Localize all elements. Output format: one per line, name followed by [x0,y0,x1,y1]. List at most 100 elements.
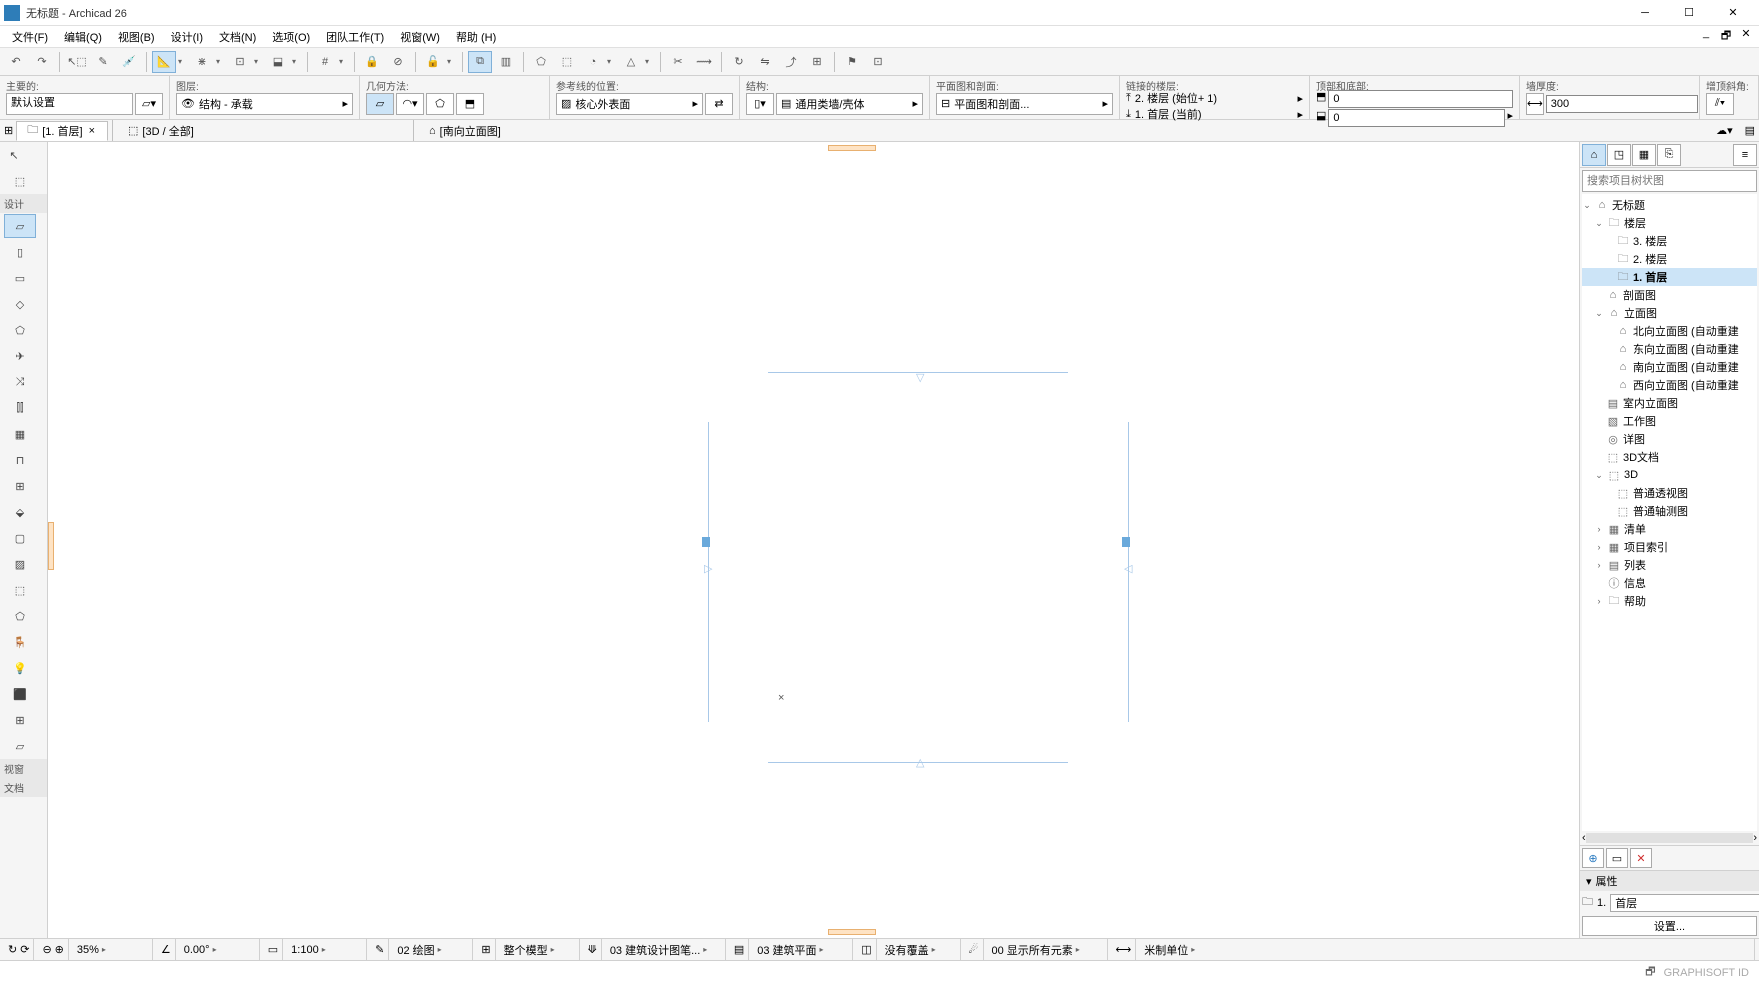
menu-design[interactable]: 设计(I) [163,27,211,47]
nav-menu-icon[interactable]: ≡ [1733,144,1757,166]
story-down-icon[interactable]: ⤓ [1126,108,1131,121]
tree-persp[interactable]: ⬚普通透视图 [1582,484,1757,502]
menu-help[interactable]: 帮助 (H) [448,27,504,47]
lock-button[interactable]: 🔒 [360,51,384,73]
show-icon[interactable]: ☄ [969,943,979,956]
tab-close-icon[interactable]: × [87,125,97,137]
loop-icon[interactable]: ↻ [8,943,17,956]
arrow-tool[interactable]: ↖ [4,143,24,167]
window-icon[interactable]: 🗗 [1645,963,1655,982]
mdi-restore-icon[interactable]: 🗗 [1717,27,1735,46]
geom-curved-icon[interactable]: ◠▾ [396,93,424,115]
menu-view[interactable]: 视图(B) [110,27,163,47]
sync-icon[interactable]: ⟳ [20,943,29,956]
flip-icon[interactable]: ⇄ [705,93,733,115]
intersect-button[interactable]: ⋇ [190,51,214,73]
struct-combo[interactable]: ▤ 通用类墙/壳体 ▸ [776,93,923,115]
show-value[interactable]: 00 显示所有元素 [992,942,1073,958]
props-button[interactable]: ▭ [1606,848,1628,868]
model-icon[interactable]: ⊞ [481,943,490,956]
tab-floorplan[interactable]: 🗀 [1. 首层] × [16,121,108,141]
h-scrollbar[interactable] [1586,833,1754,843]
dim-icon[interactable]: ⟷ [1116,943,1132,956]
morph-button[interactable]: ⬠ [529,51,553,73]
top-input[interactable] [1328,90,1513,108]
tab-3d[interactable]: ⬚ [3D / 全部] [117,121,205,141]
handle-top[interactable] [828,145,876,151]
new-view-button[interactable]: ⊕ [1582,848,1604,868]
wall-profile-icon[interactable]: ▱▾ [135,93,163,115]
settings-button[interactable]: 设置... [1582,916,1757,936]
layercombo-value[interactable]: 03 建筑平面 [757,942,816,958]
mirror-button[interactable]: ⇋ [753,51,777,73]
cloud-icon[interactable]: ☁▾ [1716,124,1733,137]
props-name-input[interactable] [1610,894,1759,912]
reno-value[interactable]: 03 建筑设计图笔... [610,942,700,958]
refline-combo[interactable]: ▨ 核心外表面 ▸ [556,93,703,115]
model-value[interactable]: 整个模型 [504,942,548,958]
tree-elev[interactable]: ⌄⌂立面图 [1582,304,1757,322]
column-tool[interactable]: ▯ [4,240,36,264]
navigator-toggle-icon[interactable]: ▤ [1745,124,1755,137]
tree-root[interactable]: ⌄⌂无标题 [1582,196,1757,214]
adjust-button[interactable]: ⟿ [692,51,716,73]
redo-button[interactable]: ↷ [30,51,54,73]
story-up-icon[interactable]: ⤒ [1126,92,1131,105]
tree-floors[interactable]: ⌄🗀楼层 [1582,214,1757,232]
guide-button[interactable]: ⬓ [266,51,290,73]
overlap-value[interactable]: 没有覆盖 [885,942,929,958]
delete-button[interactable]: ✕ [1630,848,1652,868]
tree-elev-n[interactable]: ⌂北向立面图 (自动重建 [1582,322,1757,340]
linked-bot[interactable]: 1. 首层 (当前) [1135,106,1294,122]
menu-window[interactable]: 视窗(W) [392,27,448,47]
tree-worksheet[interactable]: ▧工作图 [1582,412,1757,430]
scale-icon[interactable]: ▭ [268,943,278,956]
split-button[interactable]: ✂ [666,51,690,73]
zoom-value[interactable]: 35% [77,944,99,956]
floorplan-combo[interactable]: ⊟ 平面图和剖面... ▸ [936,93,1113,115]
morph-tool[interactable]: ⬠ [4,604,36,628]
window-tool[interactable]: ⊞ [4,474,36,498]
menu-file[interactable]: 文件(F) [4,27,56,47]
default-settings-button[interactable]: 默认设置 [6,93,133,115]
tree-index[interactable]: ›▦项目索引 [1582,538,1757,556]
handle-left[interactable] [48,522,54,570]
tree-elev-w[interactable]: ⌂西向立面图 (自动重建 [1582,376,1757,394]
measure-button[interactable]: △ [619,51,643,73]
project-tree[interactable]: ⌄⌂无标题 ⌄🗀楼层 🗀3. 楼层 🗀2. 楼层 🗀1. 首层 ⌂剖面图 ⌄⌂立… [1582,194,1757,831]
zone-tool[interactable]: ⬚ [4,578,36,602]
tree-intelev[interactable]: ▤室内立面图 [1582,394,1757,412]
beam-tool[interactable]: ▭ [4,266,36,290]
rotate-button[interactable]: ↻ [727,51,751,73]
close-button[interactable]: ✕ [1711,1,1755,25]
zoom-out-icon[interactable]: ⊖ [42,943,51,956]
multiply-button[interactable]: ⊞ [805,51,829,73]
tree-info[interactable]: ⓘ信息 [1582,574,1757,592]
tree-elev-s[interactable]: ⌂南向立面图 (自动重建 [1582,358,1757,376]
zoom-in-icon[interactable]: ⊕ [55,943,64,956]
geom-straight-icon[interactable]: ▱ [366,93,394,115]
trace-button[interactable]: ⧉ [468,51,492,73]
bot-input[interactable] [1328,109,1505,127]
slab-tool[interactable]: ◇ [4,292,36,316]
roof-tool[interactable]: ⬠ [4,318,36,342]
tree-list[interactable]: ›▤列表 [1582,556,1757,574]
tab-options-icon[interactable]: ⊞ [4,124,13,137]
mdi-minimize-icon[interactable]: _ [1697,27,1715,46]
tree-f3[interactable]: 🗀3. 楼层 [1582,232,1757,250]
pick-button[interactable]: ↖⬚ [65,51,89,73]
maximize-button[interactable]: ☐ [1667,1,1711,25]
lamp-tool[interactable]: 💡 [4,656,36,680]
grid-tool[interactable]: ⊞ [4,708,36,732]
menu-teamwork[interactable]: 团队工作(T) [318,27,392,47]
minimize-button[interactable]: ─ [1623,1,1667,25]
solid-op-button[interactable]: ◔ [581,51,605,73]
handle-bottom[interactable] [828,929,876,935]
stair-tool[interactable]: ⤨ [4,370,36,394]
tree-3ddoc[interactable]: ⬚3D文档 [1582,448,1757,466]
tree-detail[interactable]: ◎详图 [1582,430,1757,448]
inject-button[interactable]: 💉 [117,51,141,73]
tab-elevation[interactable]: ⌂ [南向立面图] [418,121,512,141]
window3d-button[interactable]: ⊡ [866,51,890,73]
nav-project-icon[interactable]: ⌂ [1582,144,1606,166]
